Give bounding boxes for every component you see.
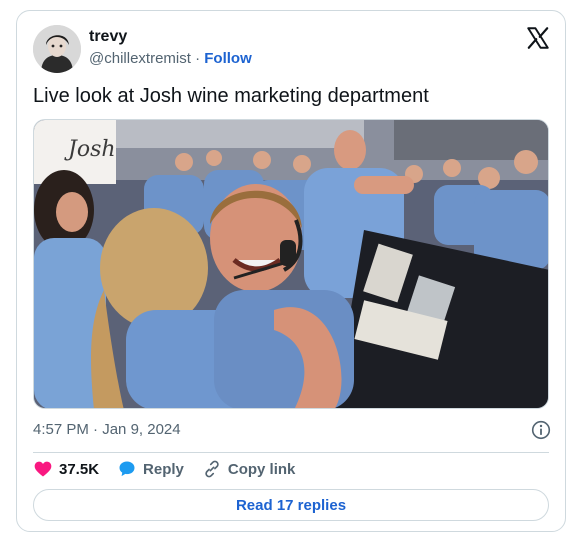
copy-link-label: Copy link bbox=[227, 460, 296, 478]
divider bbox=[33, 452, 549, 453]
tweet-text: Live look at Josh wine marketing departm… bbox=[33, 85, 429, 107]
speech-bubble-icon bbox=[119, 461, 135, 477]
read-replies-button[interactable]: Read 17 replies bbox=[33, 489, 549, 521]
handle-separator: · bbox=[195, 50, 201, 67]
info-icon[interactable] bbox=[531, 420, 551, 440]
reply-label: Reply bbox=[143, 460, 184, 478]
tweet-date: Jan 9, 2024 bbox=[102, 421, 181, 438]
x-logo-icon[interactable] bbox=[525, 25, 551, 51]
author-handle-row: @chillextremist · Follow bbox=[89, 49, 252, 69]
avatar[interactable] bbox=[33, 25, 81, 73]
tweet-time: 4:57 PM bbox=[33, 421, 89, 438]
tweet-photo[interactable]: Josh bbox=[33, 119, 549, 409]
link-icon bbox=[205, 460, 219, 478]
like-count: 37.5K bbox=[59, 460, 100, 478]
tweet-actions: 37.5K Reply Copy link bbox=[33, 458, 313, 480]
photo-sign-text: Josh bbox=[64, 137, 116, 162]
follow-button[interactable]: Follow bbox=[204, 50, 252, 67]
like-button[interactable]: 37.5K bbox=[33, 459, 99, 479]
author-display-name[interactable]: trevy bbox=[89, 27, 127, 47]
heart-icon bbox=[34, 461, 52, 477]
tweet-card: trevy @chillextremist · Follow Live look… bbox=[16, 10, 566, 532]
reply-button[interactable]: Reply bbox=[117, 459, 184, 479]
tweet-timestamp[interactable]: 4:57 PM · Jan 9, 2024 bbox=[33, 420, 181, 440]
copy-link-button[interactable]: Copy link bbox=[202, 459, 296, 479]
timestamp-separator: · bbox=[93, 421, 99, 438]
author-handle[interactable]: @chillextremist bbox=[89, 50, 191, 67]
